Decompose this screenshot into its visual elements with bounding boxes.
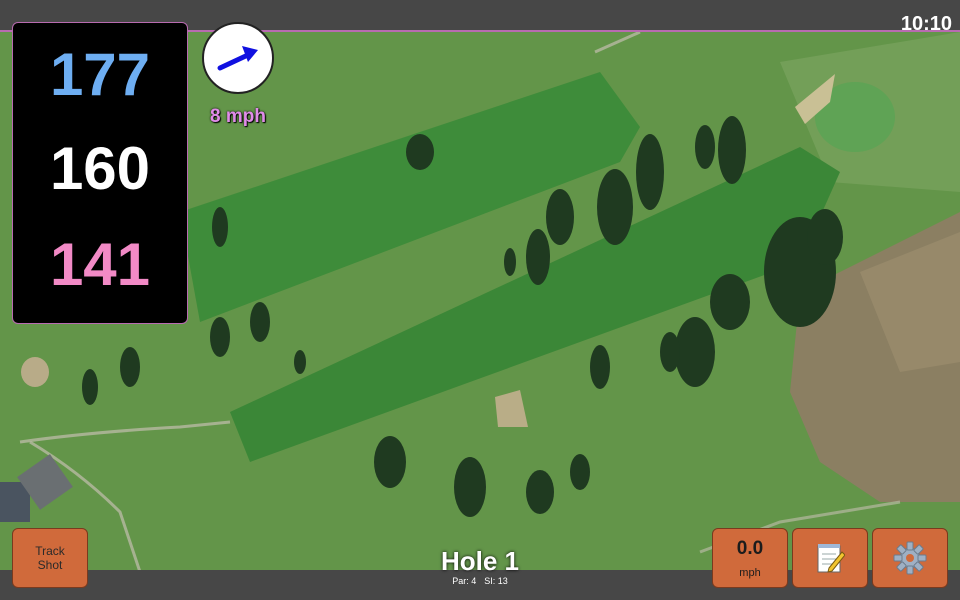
speed-button[interactable]: 0.0 mph bbox=[712, 528, 788, 588]
track-shot-label: Track Shot bbox=[35, 544, 65, 572]
hole-info: Par: 4 SI: 13 bbox=[380, 577, 580, 586]
scorecard-button[interactable] bbox=[792, 528, 868, 588]
gear-icon bbox=[873, 529, 947, 587]
speed-value: 0.0 bbox=[736, 538, 764, 559]
speed-unit: mph bbox=[739, 567, 761, 579]
middle-distance: 160 bbox=[49, 135, 151, 202]
back-distance: 177 bbox=[49, 41, 151, 108]
settings-button[interactable] bbox=[872, 528, 948, 588]
notepad-icon bbox=[793, 529, 867, 587]
hole-stroke-index: SI: 13 bbox=[484, 576, 508, 586]
hole-par: Par: 4 bbox=[452, 576, 477, 586]
arrow-icon bbox=[217, 46, 258, 71]
front-distance: 141 bbox=[49, 231, 151, 298]
track-shot-button[interactable]: Track Shot bbox=[12, 528, 88, 588]
hole-title: Hole 1 bbox=[440, 546, 520, 576]
wind-indicator bbox=[202, 22, 274, 94]
distance-panel: 177 160 141 bbox=[12, 22, 188, 324]
wind-speed-label: 8 mph bbox=[210, 106, 266, 127]
